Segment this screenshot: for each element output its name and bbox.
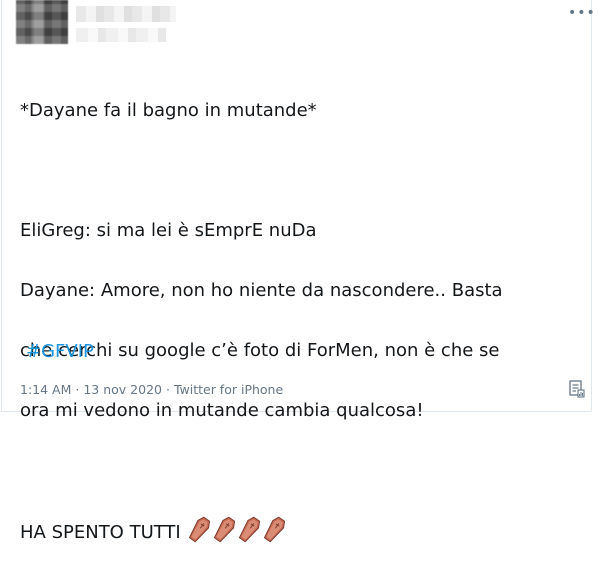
tweet-source[interactable]: Twitter for iPhone (174, 382, 283, 397)
tweet-date[interactable]: 13 nov 2020 (83, 382, 162, 397)
analytics-icon[interactable] (569, 380, 585, 398)
coffin-icon (238, 516, 261, 543)
display-name-redacted[interactable] (76, 6, 176, 22)
tweet-line: EliGreg: si ma lei è sEmprE nuDa (20, 220, 317, 241)
avatar[interactable] (16, 0, 68, 44)
tweet-line: ora mi vedono in mutande cambia qualcosa… (20, 400, 424, 421)
tweet-line-final: HA SPENTO TUTTI (20, 516, 580, 546)
coffin-icon (188, 516, 211, 543)
separator: · (75, 382, 80, 397)
tweet-card: ••• *Dayane fa il bagno in mutande* EliG… (1, 0, 595, 543)
tweet-line: che cerchi su google c’è foto di ForMen,… (20, 340, 500, 361)
tweet-line: *Dayane fa il bagno in mutande* (20, 100, 317, 121)
separator: · (165, 382, 170, 397)
tweet-metadata: 1:14 AM · 13 nov 2020 · Twitter for iPho… (20, 382, 283, 397)
tweet-time[interactable]: 1:14 AM (20, 382, 71, 397)
tweet-line: Dayane: Amore, non ho niente da nasconde… (20, 280, 503, 301)
tweet-line-text: HA SPENTO TUTTI (20, 522, 181, 543)
handle-redacted[interactable] (76, 28, 166, 42)
more-options-icon[interactable]: ••• (568, 6, 595, 20)
coffin-emoji-row (186, 516, 286, 543)
coffin-icon (263, 516, 286, 543)
hashtag-link[interactable]: #GFVIP (26, 341, 94, 362)
tweet-text: *Dayane fa il bagno in mutande* EliGreg:… (20, 66, 580, 576)
coffin-icon (213, 516, 236, 543)
